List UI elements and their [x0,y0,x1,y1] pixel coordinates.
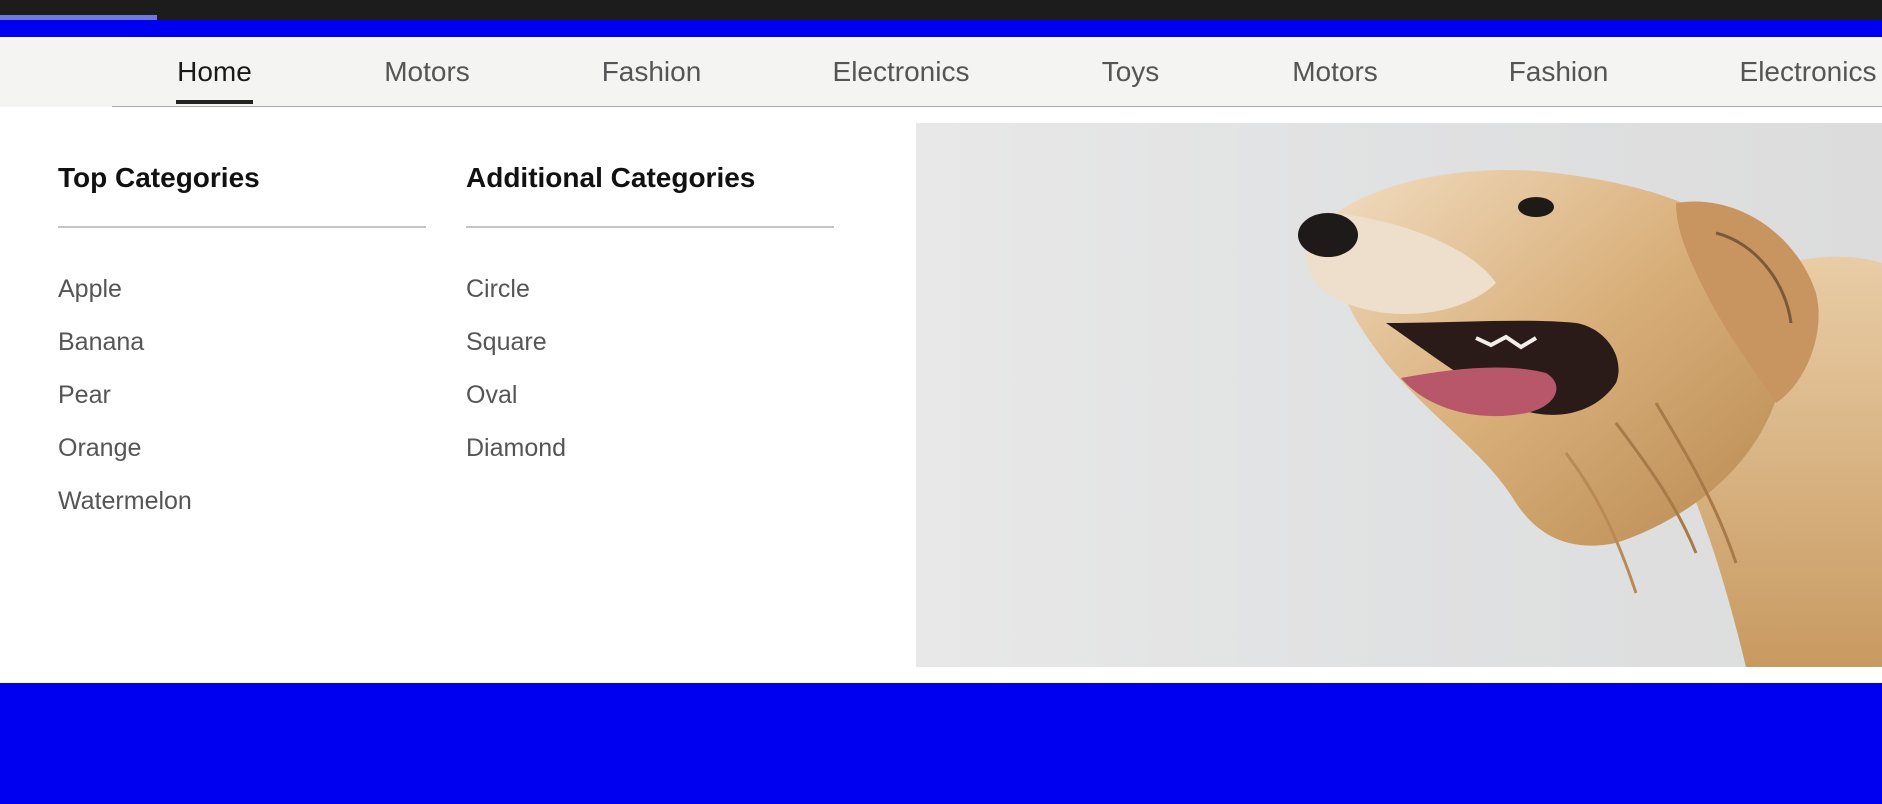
category-link-apple[interactable]: Apple [58,272,192,325]
category-link-square[interactable]: Square [466,325,566,378]
category-link-watermelon[interactable]: Watermelon [58,484,192,537]
category-link-diamond[interactable]: Diamond [466,431,566,484]
nav-item-fashion[interactable]: Fashion [601,37,702,107]
nav-item-electronics-2[interactable]: Electronics [1737,37,1879,107]
additional-categories-list: Circle Square Oval Diamond [466,272,566,484]
nav-item-fashion-2[interactable]: Fashion [1508,37,1609,107]
main-navigation: Home Motors Fashion Electronics Toys Mot… [0,37,1882,107]
browser-top-bar [0,0,1882,20]
dog-illustration [1298,169,1882,667]
additional-categories-divider [466,226,834,228]
nav-item-electronics[interactable]: Electronics [830,37,972,107]
category-link-oval[interactable]: Oval [466,378,566,431]
nav-item-motors-2[interactable]: Motors [1289,37,1381,107]
nav-item-toys[interactable]: Toys [1100,37,1161,107]
nav-item-motors[interactable]: Motors [381,37,473,107]
category-link-circle[interactable]: Circle [466,272,566,325]
top-categories-list: Apple Banana Pear Orange Watermelon [58,272,192,537]
promo-image-dog[interactable] [916,123,1882,667]
footer-blue-band [0,683,1882,804]
additional-categories-heading: Additional Categories [466,162,756,193]
category-link-banana[interactable]: Banana [58,325,192,378]
top-categories-heading: Top Categories [58,162,260,193]
category-link-pear[interactable]: Pear [58,378,192,431]
header-blue-strip [0,20,1882,37]
nav-item-home[interactable]: Home [176,37,253,107]
mega-menu-panel: Top Categories Apple Banana Pear Orange … [0,107,1882,683]
category-link-orange[interactable]: Orange [58,431,192,484]
top-categories-divider [58,226,426,228]
